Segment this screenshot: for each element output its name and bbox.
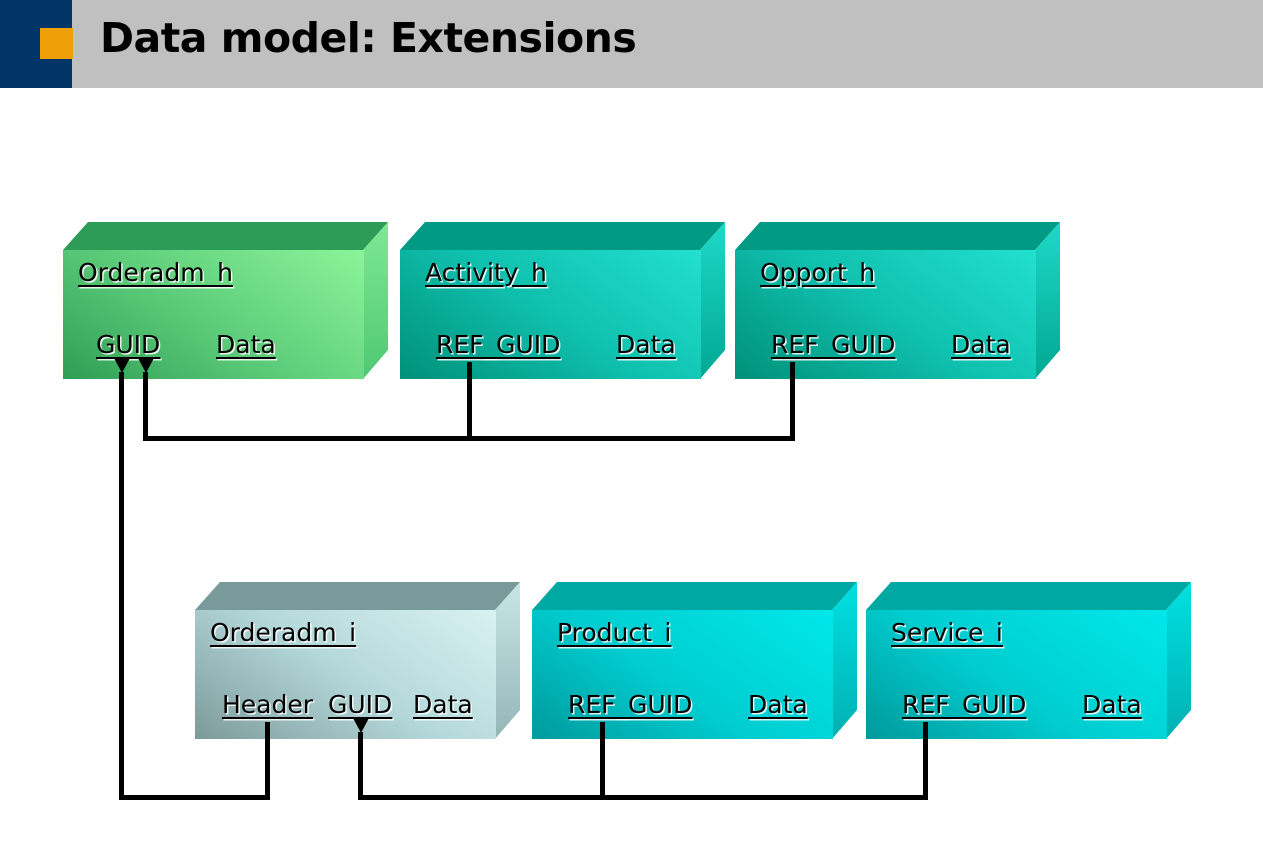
box-top-face <box>63 222 388 250</box>
box-title-product-i: Product_i <box>557 618 672 647</box>
box-field-data: Data <box>413 690 473 719</box>
box-top-face <box>400 222 725 250</box>
slide-header-bar: Data model: Extensions <box>0 0 1263 88</box>
box-top-face <box>866 582 1191 610</box>
box-field-ref-guid: REF_GUID <box>568 690 693 719</box>
box-title-activity-h: Activity_h <box>425 258 547 287</box>
connector-top-riser-right <box>143 372 148 437</box>
box-top-face <box>195 582 520 610</box>
box-field-data: Data <box>1082 690 1142 719</box>
connector-bottom-left-riser <box>119 372 124 796</box>
box-field-data: Data <box>951 330 1011 359</box>
entity-box-opport-h[interactable]: Opport_h REF_GUID Data <box>735 222 1060 379</box>
box-field-data: Data <box>216 330 276 359</box>
header-accent-square-icon <box>40 28 73 59</box>
connector-bottom-left-horizontal <box>119 795 270 800</box>
entity-box-product-i[interactable]: Product_i REF_GUID Data <box>532 582 857 739</box>
connector-activity-to-orderadm-h-vertical <box>467 362 472 441</box>
connector-service-i-vertical <box>923 722 928 800</box>
box-field-header: Header <box>222 690 314 719</box>
box-field-data: Data <box>748 690 808 719</box>
arrowhead-into-orderadm-h-guid-right <box>137 358 154 373</box>
box-field-ref-guid: REF_GUID <box>771 330 896 359</box>
box-field-guid: GUID <box>96 330 161 359</box>
page-title: Data model: Extensions <box>100 14 637 62</box>
connector-opport-to-orderadm-h-vertical <box>790 362 795 441</box>
box-top-face <box>735 222 1060 250</box>
entity-box-orderadm-h[interactable]: Orderadm_h GUID Data <box>63 222 388 379</box>
arrowhead-into-orderadm-h-guid-left <box>113 358 130 373</box>
box-field-ref-guid: REF_GUID <box>902 690 1027 719</box>
arrowhead-into-orderadm-i-guid <box>352 718 369 733</box>
box-title-opport-h: Opport_h <box>760 258 876 287</box>
entity-box-service-i[interactable]: Service_i REF_GUID Data <box>866 582 1191 739</box>
entity-box-activity-h[interactable]: Activity_h REF_GUID Data <box>400 222 725 379</box>
connector-product-i-vertical <box>600 722 605 800</box>
box-field-ref-guid: REF_GUID <box>436 330 561 359</box>
box-title-orderadm-h: Orderadm_h <box>78 258 233 287</box>
connector-top-horizontal-bus <box>143 436 795 441</box>
box-title-service-i: Service_i <box>891 618 1003 647</box>
connector-bottom-right-horizontal-bus <box>358 795 928 800</box>
connector-bottom-right-riser <box>358 732 363 796</box>
entity-box-orderadm-i[interactable]: Orderadm_i Header GUID Data <box>195 582 520 739</box>
box-top-face <box>532 582 857 610</box>
box-field-guid: GUID <box>328 690 393 719</box>
box-field-data: Data <box>616 330 676 359</box>
connector-orderadm-i-header-vertical <box>265 722 270 800</box>
box-title-orderadm-i: Orderadm_i <box>210 618 357 647</box>
